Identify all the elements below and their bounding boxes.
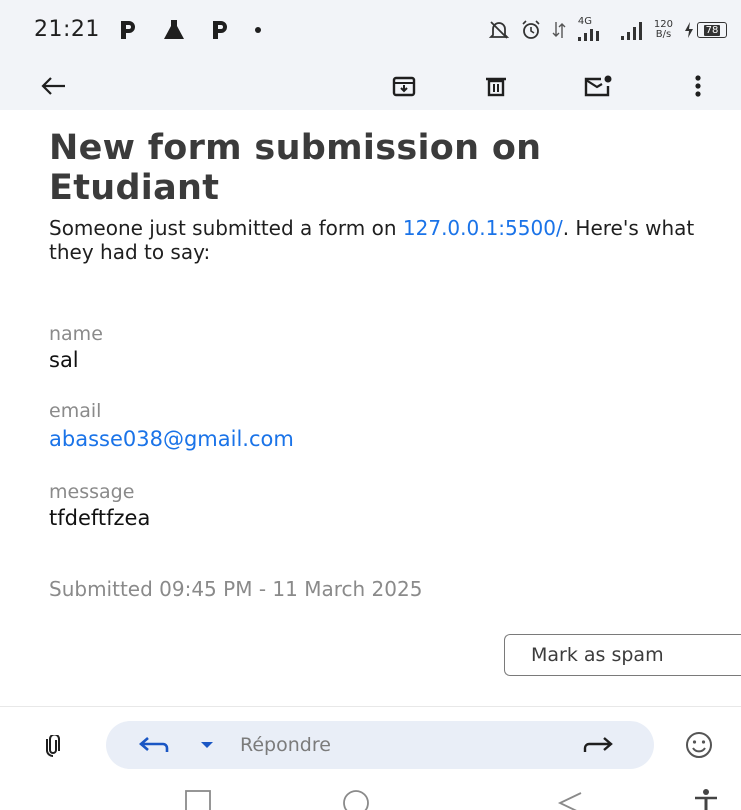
accessibility-icon xyxy=(695,789,717,810)
flask-notification-icon xyxy=(162,19,186,41)
field-value-email[interactable]: abasse038@gmail.com xyxy=(49,426,294,452)
status-system-icons: 4G 120 B/s 78 xyxy=(488,16,727,44)
email-body: New form submission on Etudiant Someone … xyxy=(49,128,719,264)
email-intro: Someone just submitted a form on 127.0.0… xyxy=(49,216,719,264)
reply-button[interactable] xyxy=(138,731,170,759)
p-notification-icon-2 xyxy=(210,19,230,41)
attach-button[interactable] xyxy=(38,731,68,761)
reply-bar xyxy=(0,707,741,779)
attachment-icon xyxy=(46,735,60,757)
do-not-disturb-icon xyxy=(488,19,510,41)
archive-icon xyxy=(392,76,416,97)
square-icon xyxy=(185,790,211,810)
triangle-back-icon xyxy=(557,792,582,810)
signal-4g-icon: 4G xyxy=(576,17,610,43)
network-speed: 120 B/s xyxy=(654,20,673,40)
delete-button[interactable] xyxy=(476,66,516,106)
mark-as-spam-button[interactable]: Mark as spam xyxy=(504,634,741,676)
email-title: New form submission on Etudiant xyxy=(49,128,542,208)
status-bar: 21:21 4G 120 B/s 78 xyxy=(0,0,741,62)
status-time: 21:21 xyxy=(34,17,100,42)
reply-options-dropdown[interactable] xyxy=(198,737,216,753)
battery-level: 78 xyxy=(703,24,721,36)
more-options-button[interactable] xyxy=(678,66,718,106)
field-value-message: tfdeftfzea xyxy=(49,506,151,530)
reply-icon xyxy=(139,737,169,752)
data-transfer-icon xyxy=(552,20,566,40)
accessibility-button[interactable] xyxy=(686,789,726,810)
back-nav-button[interactable] xyxy=(550,789,590,810)
network-speed-unit: B/s xyxy=(655,29,672,40)
field-label-message: message xyxy=(49,481,135,503)
mark-unread-icon xyxy=(584,75,612,97)
email-toolbar xyxy=(0,62,741,110)
caret-down-icon xyxy=(201,742,213,748)
forward-icon xyxy=(583,737,613,752)
field-email: email abasse038@gmail.com xyxy=(49,399,294,452)
reply-pill xyxy=(106,721,654,769)
emoji-button[interactable] xyxy=(683,729,715,761)
field-name: name sal xyxy=(49,322,103,373)
field-message: message tfdeftfzea xyxy=(49,480,150,531)
submitted-timestamp: Submitted 09:45 PM - 11 March 2025 xyxy=(49,577,423,601)
system-nav-bar xyxy=(0,779,741,810)
battery-icon: 78 xyxy=(683,21,727,39)
p-notification-icon xyxy=(118,19,138,41)
signal-bars-icon xyxy=(620,19,644,41)
field-value-name: sal xyxy=(49,348,79,372)
reply-input[interactable] xyxy=(240,731,540,759)
field-label-name: name xyxy=(49,323,103,345)
home-button[interactable] xyxy=(336,789,376,810)
more-vert-icon xyxy=(695,75,701,97)
back-arrow-icon xyxy=(41,77,65,95)
field-label-email: email xyxy=(49,400,102,422)
alarm-icon xyxy=(520,19,542,41)
dot-icon xyxy=(254,26,262,34)
emoji-icon xyxy=(686,732,712,758)
intro-before: Someone just submitted a form on xyxy=(49,216,403,240)
delete-icon xyxy=(486,77,506,97)
forward-button[interactable] xyxy=(580,731,616,759)
archive-button[interactable] xyxy=(384,66,424,106)
intro-link[interactable]: 127.0.0.1:5500/ xyxy=(403,216,563,240)
circle-icon xyxy=(343,790,369,810)
back-button[interactable] xyxy=(34,66,74,106)
network-label: 4G xyxy=(577,16,593,27)
status-notification-icons xyxy=(118,16,262,44)
mark-unread-button[interactable] xyxy=(578,66,618,106)
recents-button[interactable] xyxy=(178,789,218,810)
